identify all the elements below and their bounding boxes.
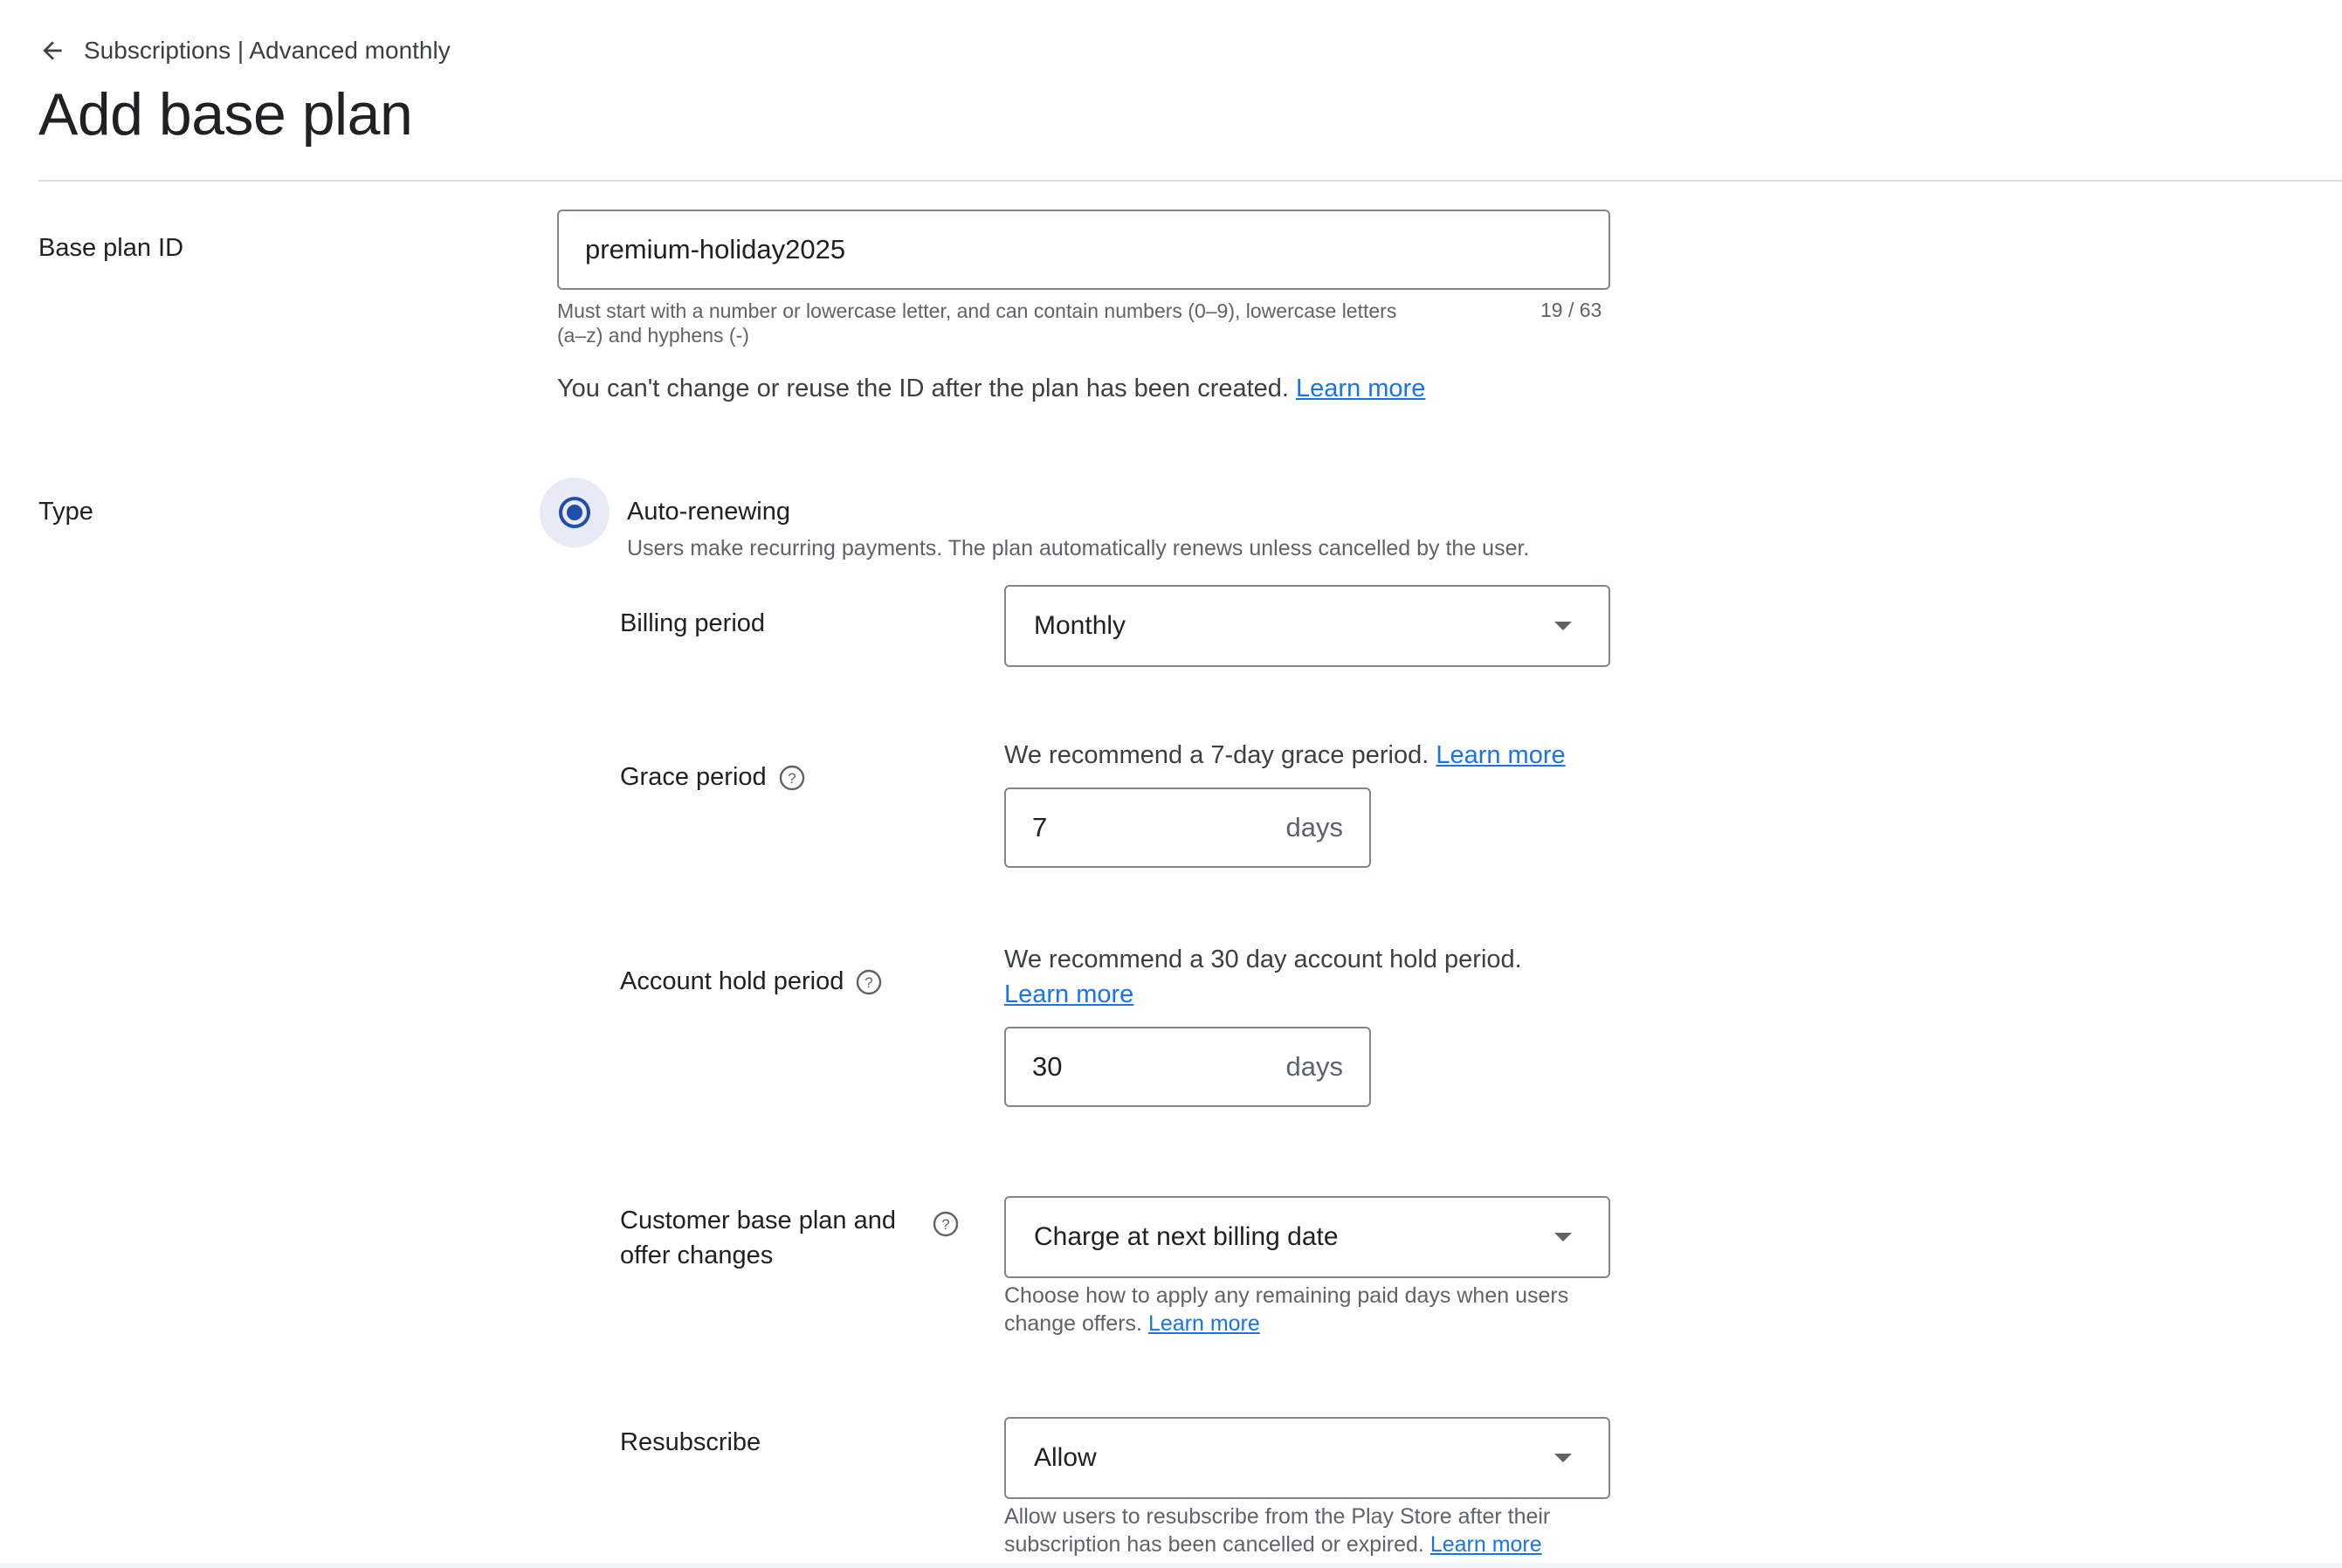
grace-period-input[interactable] xyxy=(1032,812,1207,843)
account-hold-label-row: Account hold period ? xyxy=(620,967,882,996)
grace-period-field[interactable]: days xyxy=(1004,787,1371,868)
help-circle-icon[interactable]: ? xyxy=(779,765,805,791)
header-divider xyxy=(38,180,2342,182)
auto-renewing-description: Users make recurring payments. The plan … xyxy=(627,536,1530,560)
grace-period-recommendation-text: We recommend a 7-day grace period. xyxy=(1004,741,1429,769)
grace-period-label: Grace period xyxy=(620,763,767,791)
base-plan-id-helper-line2: (a–z) and hyphens (-) xyxy=(557,324,749,347)
base-plan-id-field[interactable] xyxy=(557,210,1610,290)
account-hold-learn-more-link[interactable]: Learn more xyxy=(1004,980,1133,1008)
radio-outer-ring xyxy=(559,497,590,528)
base-plan-id-notice: You can't change or reuse the ID after t… xyxy=(557,371,1425,406)
svg-text:?: ? xyxy=(788,770,796,787)
resubscribe-value: Allow xyxy=(1034,1443,1097,1472)
base-plan-id-helper-line1: Must start with a number or lowercase le… xyxy=(557,299,1397,322)
bottom-divider xyxy=(0,1563,2342,1568)
offer-changes-value: Charge at next billing date xyxy=(1034,1222,1339,1251)
svg-text:?: ? xyxy=(941,1216,949,1233)
account-hold-input[interactable] xyxy=(1032,1051,1207,1083)
account-hold-label: Account hold period xyxy=(620,967,844,995)
help-circle-icon[interactable]: ? xyxy=(933,1211,959,1237)
base-plan-id-learn-more-link[interactable]: Learn more xyxy=(1296,375,1425,402)
grace-period-unit: days xyxy=(1285,812,1343,842)
offer-changes-helper: Choose how to apply any remaining paid d… xyxy=(1004,1282,1568,1338)
offer-changes-label-line2: offer changes xyxy=(620,1241,774,1269)
resubscribe-helper-line2: subscription has been cancelled or expir… xyxy=(1004,1532,1424,1557)
offer-changes-helper-line2: change offers. xyxy=(1004,1311,1142,1336)
resubscribe-helper: Allow users to resubscribe from the Play… xyxy=(1004,1503,1550,1558)
offer-changes-select[interactable]: Charge at next billing date xyxy=(1004,1196,1610,1278)
type-label: Type xyxy=(38,498,93,526)
radio-selected-dot xyxy=(567,505,582,520)
grace-period-label-row: Grace period ? xyxy=(620,763,805,792)
auto-renewing-label[interactable]: Auto-renewing xyxy=(627,498,790,526)
grace-period-recommendation: We recommend a 7-day grace period. Learn… xyxy=(1004,738,1566,773)
resubscribe-select[interactable]: Allow xyxy=(1004,1417,1610,1499)
account-hold-unit: days xyxy=(1285,1051,1343,1082)
resubscribe-label: Resubscribe xyxy=(620,1428,761,1456)
offer-changes-label: Customer base plan and offer changes xyxy=(620,1203,908,1273)
base-plan-id-input[interactable] xyxy=(585,234,1582,265)
offer-changes-helper-line1: Choose how to apply any remaining paid d… xyxy=(1004,1283,1569,1308)
arrow-left-icon[interactable] xyxy=(38,37,66,65)
grace-period-learn-more-link[interactable]: Learn more xyxy=(1436,741,1565,769)
resubscribe-learn-more-link[interactable]: Learn more xyxy=(1430,1532,1542,1557)
billing-period-value: Monthly xyxy=(1034,611,1126,640)
offer-changes-learn-more-link[interactable]: Learn more xyxy=(1148,1311,1260,1336)
billing-period-label: Billing period xyxy=(620,609,766,637)
caret-down-icon xyxy=(1554,1454,1572,1462)
caret-down-icon xyxy=(1554,622,1572,630)
auto-renewing-radio[interactable] xyxy=(540,478,610,547)
help-circle-icon[interactable]: ? xyxy=(856,969,882,995)
breadcrumb-text[interactable]: Subscriptions | Advanced monthly xyxy=(84,37,451,65)
caret-down-icon xyxy=(1554,1233,1572,1241)
breadcrumb: Subscriptions | Advanced monthly xyxy=(38,31,451,70)
base-plan-id-label: Base plan ID xyxy=(38,234,184,262)
svg-text:?: ? xyxy=(865,974,873,991)
character-counter: 19 / 63 xyxy=(1540,299,1602,321)
account-hold-field[interactable]: days xyxy=(1004,1027,1371,1107)
account-hold-recommendation-text: We recommend a 30 day account hold perio… xyxy=(1004,946,1522,973)
base-plan-id-helper: Must start with a number or lowercase le… xyxy=(557,299,1509,347)
resubscribe-helper-line1: Allow users to resubscribe from the Play… xyxy=(1004,1504,1551,1529)
notice-text: You can't change or reuse the ID after t… xyxy=(557,375,1289,402)
account-hold-recommendation: We recommend a 30 day account hold perio… xyxy=(1004,942,1522,1012)
page-title: Add base plan xyxy=(38,81,413,148)
offer-changes-label-line1: Customer base plan and xyxy=(620,1207,896,1234)
billing-period-select[interactable]: Monthly xyxy=(1004,585,1610,667)
